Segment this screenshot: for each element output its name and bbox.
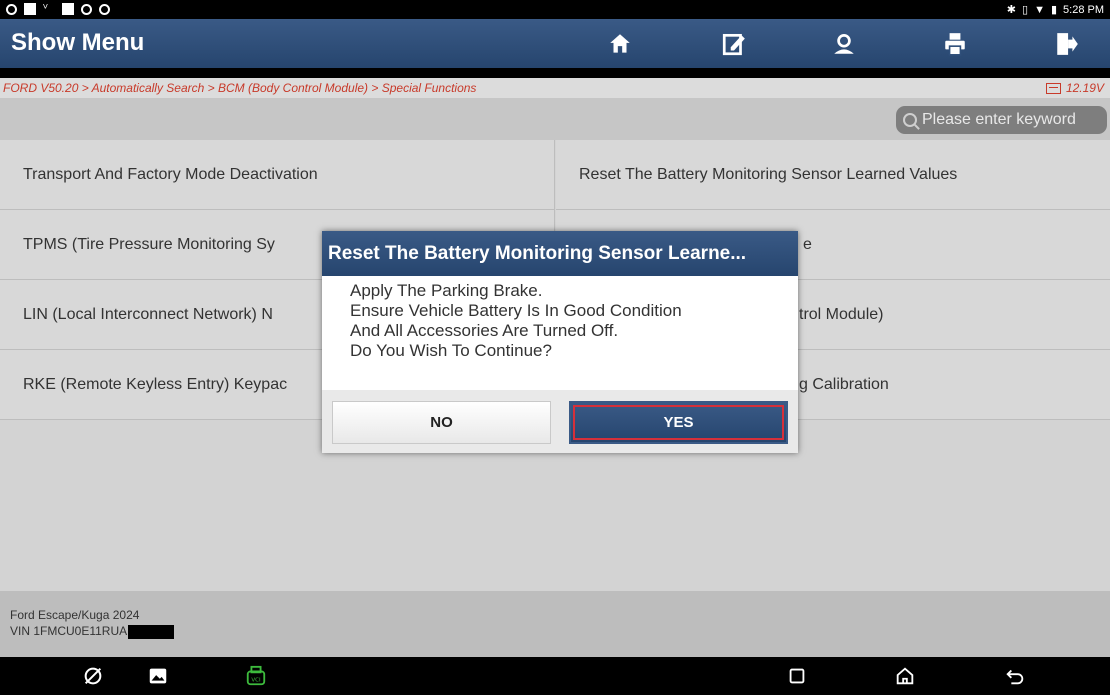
home-button[interactable] (583, 19, 657, 68)
dialog-line: Apply The Parking Brake. (350, 281, 543, 300)
gallery-icon (149, 668, 167, 684)
breadcrumb: FORD V50.20 > Automatically Search > BCM… (3, 81, 477, 95)
square-notification-icon (62, 3, 74, 15)
vin-text: VIN 1FMCU0E11RUA (10, 624, 128, 638)
recents-icon (789, 668, 805, 684)
search-icon (903, 113, 917, 127)
breadcrumb-bar: FORD V50.20 > Automatically Search > BCM… (0, 78, 1110, 98)
menu-item-label: e (803, 235, 812, 253)
confirm-dialog: Reset The Battery Monitoring Sensor Lear… (322, 231, 798, 453)
yes-button-label: YES (663, 414, 694, 431)
system-nav-bar: VCI (0, 657, 1110, 695)
vci-icon: VCI (246, 665, 266, 686)
car-battery-icon (1045, 82, 1061, 94)
menu-item-label: Reset The Battery Monitoring Sensor Lear… (579, 165, 958, 183)
gallery-button[interactable] (146, 664, 170, 688)
dialog-line: And All Accessories Are Turned Off. (350, 321, 619, 340)
home-nav-icon (896, 667, 914, 685)
exit-button[interactable] (1030, 19, 1104, 68)
menu-item-label: RKE (Remote Keyless Entry) Keypac (23, 375, 288, 393)
dialog-button-bar: NO YES (322, 390, 798, 453)
menu-item-label: LIN (Local Interconnect Network) N (23, 305, 273, 323)
status-notification-icons: ⱽ (6, 3, 110, 15)
user-button[interactable] (807, 19, 881, 68)
menu-item-label: g Calibration (799, 375, 889, 393)
page-title: Show Menu (11, 29, 145, 56)
print-icon (945, 32, 965, 56)
gallery-notification-icon (24, 3, 36, 15)
home-icon (610, 33, 630, 53)
usb-icon: ⱽ (43, 3, 48, 15)
print-button[interactable] (918, 19, 992, 68)
menu-item-reset-battery-sensor[interactable]: Reset The Battery Monitoring Sensor Lear… (556, 140, 1110, 210)
vehicle-info-bar: Ford Escape/Kuga 2024 VIN 1FMCU0E11RUA (0, 591, 1110, 657)
home-nav-button[interactable] (893, 664, 917, 688)
svg-text:VCI: VCI (251, 678, 261, 684)
search-input[interactable]: Please enter keyword (896, 106, 1107, 134)
dialog-title: Reset The Battery Monitoring Sensor Lear… (322, 231, 798, 276)
dialog-message: Apply The Parking Brake. Ensure Vehicle … (350, 281, 682, 361)
back-icon (1006, 669, 1024, 685)
menu-item-label: TPMS (Tire Pressure Monitoring Sy (23, 235, 275, 253)
status-bar: ⱽ ✱ ▯ ▼ ▮ 5:28 PM (0, 0, 1110, 19)
browser-button[interactable] (81, 664, 105, 688)
exit-icon (1057, 32, 1078, 55)
search-placeholder: Please enter keyword (922, 111, 1076, 128)
vehicle-model: Ford Escape/Kuga 2024 (10, 608, 140, 622)
dialog-line: Ensure Vehicle Battery Is In Good Condit… (350, 301, 682, 320)
settings-notification-icon (99, 3, 110, 15)
menu-item-transport-mode[interactable]: Transport And Factory Mode Deactivation (0, 140, 555, 210)
search-row: Please enter keyword (0, 98, 1110, 140)
status-system-icons: ✱ ▯ ▼ ▮ 5:28 PM (1006, 3, 1104, 17)
battery-icon: ▮ (1050, 4, 1058, 16)
menu-item-label: Transport And Factory Mode Deactivation (23, 165, 318, 183)
bluetooth-icon: ✱ (1006, 4, 1017, 16)
title-bar: Show Menu (0, 19, 1110, 68)
record-icon (81, 3, 92, 15)
status-time: 5:28 PM (1063, 3, 1104, 16)
browser-icon (84, 667, 102, 685)
app-notification-icon (6, 3, 17, 15)
wifi-icon: ▼ (1034, 3, 1045, 16)
recents-button[interactable] (785, 664, 809, 688)
vehicle-info: Ford Escape/Kuga 2024 VIN 1FMCU0E11RUA (10, 607, 175, 639)
dialog-line: Do You Wish To Continue? (350, 341, 552, 360)
edit-report-icon (722, 33, 745, 55)
yes-button[interactable]: YES (569, 401, 788, 444)
user-icon (834, 33, 854, 54)
voltage-value: 12.19V (1065, 81, 1104, 95)
vin-redaction (128, 624, 175, 639)
edit-report-button[interactable] (697, 19, 771, 68)
battery-voltage: 12.19V (1045, 81, 1104, 95)
vci-button[interactable]: VCI (244, 664, 268, 688)
vehicle-vin: VIN 1FMCU0E11RUA (10, 623, 175, 639)
menu-item-label: trol Module) (799, 305, 884, 323)
vibrate-icon: ▯ (1022, 4, 1029, 16)
no-button[interactable]: NO (332, 401, 551, 444)
back-button[interactable] (1003, 664, 1027, 688)
